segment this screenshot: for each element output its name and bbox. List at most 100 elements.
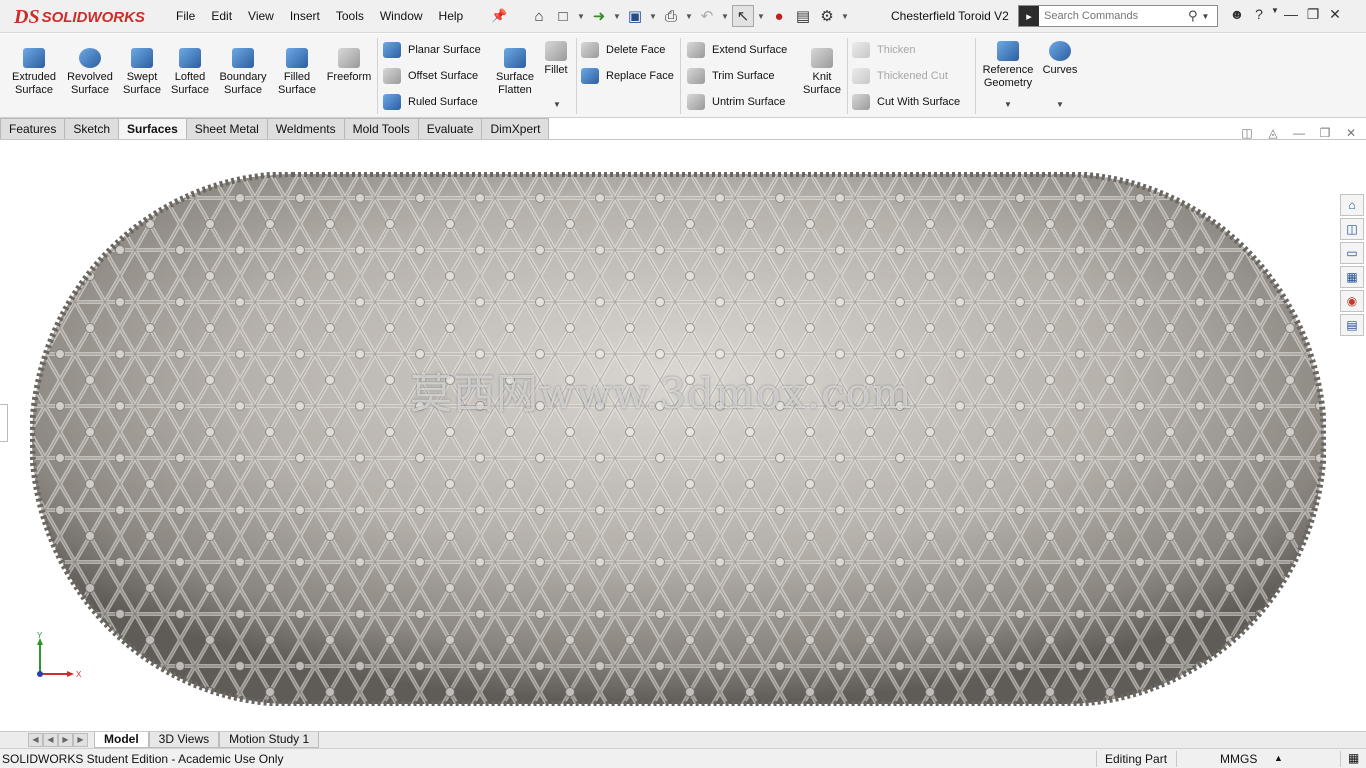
thicken-button[interactable]: Thicken (852, 41, 916, 59)
thickened-cut-button[interactable]: Thickened Cut (852, 67, 948, 85)
extend-surface-button[interactable]: Extend Surface (687, 41, 787, 59)
open-dropdown-chevron-icon[interactable]: ▼ (612, 5, 622, 27)
save-dropdown-chevron-icon[interactable]: ▼ (648, 5, 658, 27)
graphics-area[interactable]: ◫ ◬ — ❐ ✕ 莫西网www.3dmox.com ⌂ ◫ ▭ ▦ ◉ ▤ Y… (0, 126, 1366, 731)
search-commands-box[interactable]: ▸ ⚲ ▼ (1018, 5, 1218, 27)
offset-surface-button[interactable]: Offset Surface (383, 67, 478, 85)
help-icon[interactable]: ? (1248, 6, 1270, 23)
ruled-surface-button[interactable]: Ruled Surface (383, 93, 478, 111)
file-properties-icon[interactable]: ▤ (792, 5, 814, 27)
design-library-icon[interactable]: ◫ (1340, 218, 1364, 240)
viewport-restore-icon[interactable]: ❐ (1312, 126, 1338, 140)
viewport-minimize-icon[interactable]: — (1286, 126, 1312, 140)
restore-icon[interactable]: ❐ (1302, 6, 1324, 23)
menu-tools[interactable]: Tools (336, 9, 364, 23)
pin-icon[interactable]: 📌 (491, 8, 507, 24)
tab-model[interactable]: Model (94, 732, 149, 748)
print-dropdown-chevron-icon[interactable]: ▼ (684, 5, 694, 27)
search-icon[interactable]: ⚲ (1188, 8, 1198, 24)
boundary-surface-button[interactable]: Boundary Surface (217, 48, 269, 97)
solidworks-resources-home-icon[interactable]: ⌂ (1340, 194, 1364, 216)
new-dropdown-chevron-icon[interactable]: ▼ (576, 5, 586, 27)
planar-surface-button[interactable]: Planar Surface (383, 41, 481, 59)
custom-properties-icon[interactable]: ▤ (1340, 314, 1364, 336)
tab-features[interactable]: Features (0, 118, 66, 140)
tab-motion-study-1[interactable]: Motion Study 1 (219, 732, 320, 748)
unit-system-selector[interactable]: MMGS (1220, 752, 1257, 766)
print-icon[interactable]: ⎙ (660, 5, 682, 27)
menu-file[interactable]: File (176, 9, 195, 23)
solidworks-logo[interactable]: DS SOLIDWORKS (14, 3, 145, 31)
help-dropdown-chevron-icon[interactable]: ▼ (1270, 6, 1280, 23)
search-commands-input[interactable] (1044, 10, 1184, 22)
tile-left-icon[interactable]: ◫ (1234, 126, 1260, 140)
menu-insert[interactable]: Insert (290, 9, 320, 23)
knit-surface-button[interactable]: Knit Surface (800, 48, 844, 97)
replace-face-button[interactable]: Replace Face (581, 67, 674, 85)
open-icon[interactable]: ➜ (588, 5, 610, 27)
customize-status-bar-icon[interactable]: ▦ (1348, 751, 1359, 765)
new-document-icon[interactable]: □ (552, 5, 574, 27)
lofted-surface-button[interactable]: Lofted Surface (169, 48, 211, 97)
search-dropdown-chevron-icon[interactable]: ▼ (1202, 12, 1210, 21)
reference-geometry-button[interactable]: Reference Geometry (980, 41, 1036, 90)
menu-edit[interactable]: Edit (211, 9, 232, 23)
first-tab-arrow-icon[interactable]: ◀ (28, 733, 43, 747)
view-palette-icon[interactable]: ▦ (1340, 266, 1364, 288)
tab-surfaces[interactable]: Surfaces (119, 118, 187, 140)
fillet-button[interactable]: Fillet (542, 41, 570, 77)
status-bar: SOLIDWORKS Student Edition - Academic Us… (0, 748, 1366, 768)
curves-button[interactable]: Curves (1042, 41, 1078, 77)
menu-window[interactable]: Window (380, 9, 423, 23)
undo-icon[interactable]: ↶ (696, 5, 718, 27)
fillet-dropdown-chevron-icon[interactable]: ▼ (553, 100, 561, 109)
appearances-icon[interactable]: ◉ (1340, 290, 1364, 312)
file-explorer-folder-icon[interactable]: ▭ (1340, 242, 1364, 264)
options-dropdown-chevron-icon[interactable]: ▼ (840, 5, 850, 27)
untrim-surface-button[interactable]: Untrim Surface (687, 93, 785, 111)
save-icon[interactable]: ▣ (624, 5, 646, 27)
menu-view[interactable]: View (248, 9, 274, 23)
reference-geometry-dropdown-chevron-icon[interactable]: ▼ (1004, 100, 1012, 109)
swept-surface-button[interactable]: Swept Surface (121, 48, 163, 97)
extruded-surface-label-1: Extruded (11, 71, 57, 83)
prev-tab-arrow-icon[interactable]: ◀ (43, 733, 58, 747)
viewport-close-icon[interactable]: ✕ (1338, 126, 1364, 140)
rebuild-traffic-light-icon[interactable]: ● (768, 5, 790, 27)
menu-help[interactable]: Help (439, 9, 464, 23)
chesterfield-toroid-model[interactable] (30, 172, 1326, 706)
user-icon[interactable]: ☻ (1226, 6, 1248, 23)
tab-sheet-metal[interactable]: Sheet Metal (186, 118, 268, 140)
gear-icon[interactable]: ⚙ (816, 5, 838, 27)
select-arrow-icon[interactable]: ↖ (732, 5, 754, 27)
tile-right-icon[interactable]: ◬ (1260, 126, 1286, 140)
cut-with-surface-button[interactable]: Cut With Surface (852, 93, 960, 111)
curves-dropdown-chevron-icon[interactable]: ▼ (1056, 100, 1064, 109)
select-dropdown-chevron-icon[interactable]: ▼ (756, 5, 766, 27)
revolved-surface-button[interactable]: Revolved Surface (65, 48, 115, 97)
feature-manager-collapse-handle[interactable] (0, 404, 8, 442)
tab-dimxpert[interactable]: DimXpert (482, 118, 550, 140)
freeform-button[interactable]: Freeform (325, 48, 373, 84)
edition-status: SOLIDWORKS Student Edition - Academic Us… (2, 752, 284, 766)
tab-mold-tools[interactable]: Mold Tools (344, 118, 419, 140)
close-icon[interactable]: ✕ (1324, 6, 1346, 23)
document-title: Chesterfield Toroid V2 (891, 9, 1009, 23)
minimize-icon[interactable]: — (1280, 6, 1302, 23)
trim-surface-button[interactable]: Trim Surface (687, 67, 775, 85)
tab-evaluate[interactable]: Evaluate (418, 118, 483, 140)
next-tab-arrow-icon[interactable]: ▶ (58, 733, 73, 747)
tab-weldments[interactable]: Weldments (267, 118, 345, 140)
filled-surface-button[interactable]: Filled Surface (275, 48, 319, 97)
thicken-icon (852, 42, 870, 58)
unit-system-chevron-up-icon[interactable]: ▲ (1274, 753, 1283, 763)
last-tab-arrow-icon[interactable]: ▶ (73, 733, 88, 747)
tab-sketch[interactable]: Sketch (65, 118, 120, 140)
planar-surface-label: Planar Surface (408, 44, 481, 56)
undo-dropdown-chevron-icon[interactable]: ▼ (720, 5, 730, 27)
delete-face-button[interactable]: Delete Face (581, 41, 665, 59)
tab-3d-views[interactable]: 3D Views (148, 732, 220, 748)
surface-flatten-button[interactable]: Surface Flatten (494, 48, 536, 97)
extruded-surface-button[interactable]: Extruded Surface (10, 48, 58, 97)
home-icon[interactable]: ⌂ (528, 5, 550, 27)
